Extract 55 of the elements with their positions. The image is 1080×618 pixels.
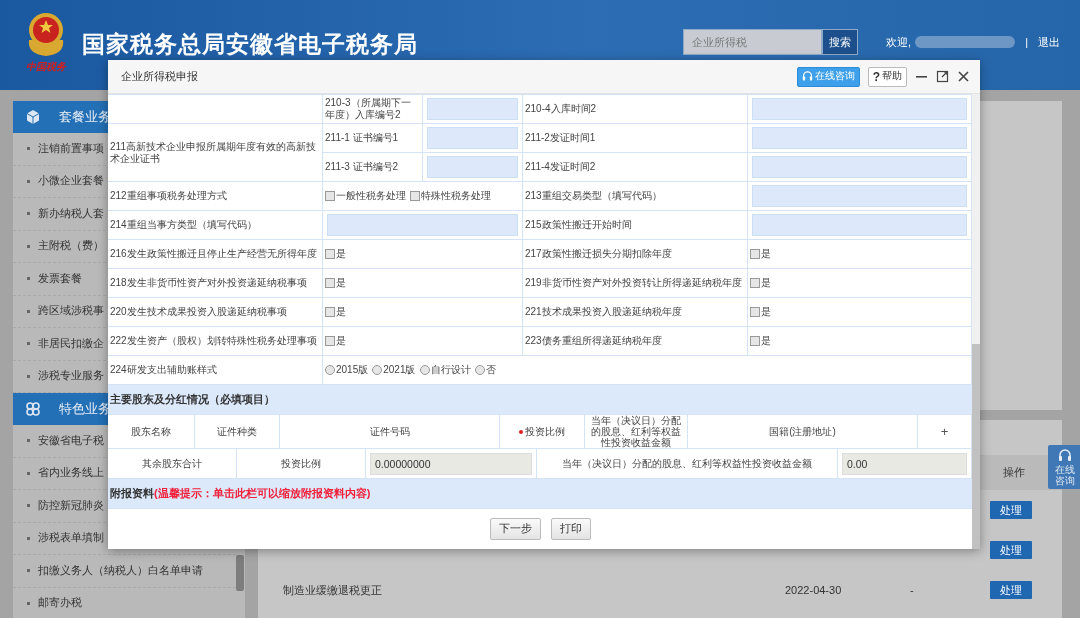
checkbox-label: 是 (761, 334, 771, 348)
column-header: 证件种类 (217, 426, 257, 437)
column-header: 国籍(注册地址) (769, 426, 836, 437)
table-cell: 2022-04-30 (785, 584, 842, 596)
field-label: 224研发支出辅助账样式 (110, 364, 217, 376)
field-label: 210-4入库时间2 (525, 103, 597, 115)
dialog-title: 企业所得税申报 (121, 69, 198, 84)
field-label: 211-1 证书编号1 (325, 132, 399, 144)
field-label: 217政策性搬迁损失分期扣除年度 (525, 248, 672, 260)
field-label: 当年（决议日）分配的股息、红利等权益性投资收益金额 (562, 457, 812, 470)
table-cell: 制造业缓缴退税更正 (283, 583, 382, 596)
field-label: 210-3（所属期下一年度）入库编号2 (325, 97, 412, 121)
column-header: 股东名称 (131, 426, 171, 437)
section-title: 附报资料 (110, 486, 154, 501)
table-cell: - (910, 584, 914, 596)
checkbox-label: 是 (336, 305, 346, 319)
field-label: 215政策性搬迁开始时间 (525, 219, 632, 231)
checkbox-label: 是 (336, 247, 346, 261)
field-label: 213重组交易类型（填写代码） (525, 190, 662, 202)
radio-label: 2021版 (383, 363, 416, 377)
field-label: 216发生政策性搬迁且停止生产经营无所得年度 (110, 248, 317, 260)
field-label: 222发生资产（股权）划转特殊性税务处理事项 (110, 335, 317, 347)
radio-label: 2015版 (336, 363, 369, 377)
checkbox-label: 是 (336, 334, 346, 348)
logo-caption: 中国税务 (26, 60, 66, 74)
checkbox-label: 是 (336, 276, 346, 290)
welcome-text: 欢迎, (886, 34, 912, 50)
site-title: 国家税务总局安徽省电子税务局 (82, 30, 418, 59)
row-label: 其余股东合计 (142, 457, 202, 470)
field-label: 220发生技术成果投资入股递延纳税事项 (110, 306, 287, 318)
hint-text: (温馨提示：单击此栏可以缩放附报资料内容) (154, 486, 371, 501)
checkbox-label: 是 (761, 276, 771, 290)
checkbox-label: 是 (761, 305, 771, 319)
radio-label: 自行设计 (430, 363, 471, 377)
checkbox-label: 一般性税务处理 (336, 189, 406, 203)
column-header: 投资比例 (525, 426, 565, 437)
radio-label: 否 (485, 363, 496, 377)
section-title: 套餐业务 (59, 108, 111, 126)
column-header: 当年（决议日）分配的股息、红利等权益性投资收益金额 (590, 415, 682, 448)
section-title: 特色业务 (59, 401, 111, 418)
section-title: 主要股东及分红情况（必填项目） (110, 392, 275, 407)
separator: | (1025, 36, 1028, 48)
field-label: 219非货币性资产对外投资转让所得递延纳税年度 (525, 277, 742, 289)
field-label: 214重组当事方类型（填写代码） (110, 219, 257, 231)
widget-label: 在线咨询 (1055, 464, 1075, 486)
column-header: 证件号码 (369, 426, 410, 437)
field-label: 221技术成果投资入股递延纳税年度 (525, 306, 682, 318)
checkbox-label: 是 (761, 247, 771, 261)
field-label: 211-4发证时间2 (525, 161, 596, 173)
field-label: 223债务重组所得递延纳税年度 (525, 335, 662, 347)
field-label: 211-3 证书编号2 (325, 161, 399, 173)
field-label: 211-2发证时间1 (525, 132, 596, 144)
field-label: 投资比例 (281, 457, 321, 470)
checkbox-label: 特殊性税务处理 (421, 189, 491, 203)
column-header: 操作 (1003, 466, 1025, 478)
